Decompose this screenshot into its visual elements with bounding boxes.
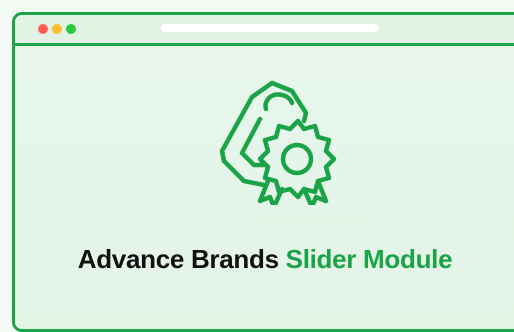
module-title: Advance Brands Slider Module <box>15 244 514 275</box>
title-accent: Slider Module <box>285 244 453 274</box>
browser-window: Advance Brands Slider Module <box>12 12 514 332</box>
brand-tag-badge-icon <box>219 80 337 205</box>
minimize-window-button[interactable] <box>52 24 62 34</box>
close-window-button[interactable] <box>38 24 48 34</box>
address-bar[interactable] <box>161 24 379 32</box>
maximize-window-button[interactable] <box>66 24 76 34</box>
title-primary: Advance Brands <box>77 244 279 274</box>
page-content: Advance Brands Slider Module <box>15 46 514 329</box>
title-bar <box>15 15 514 46</box>
